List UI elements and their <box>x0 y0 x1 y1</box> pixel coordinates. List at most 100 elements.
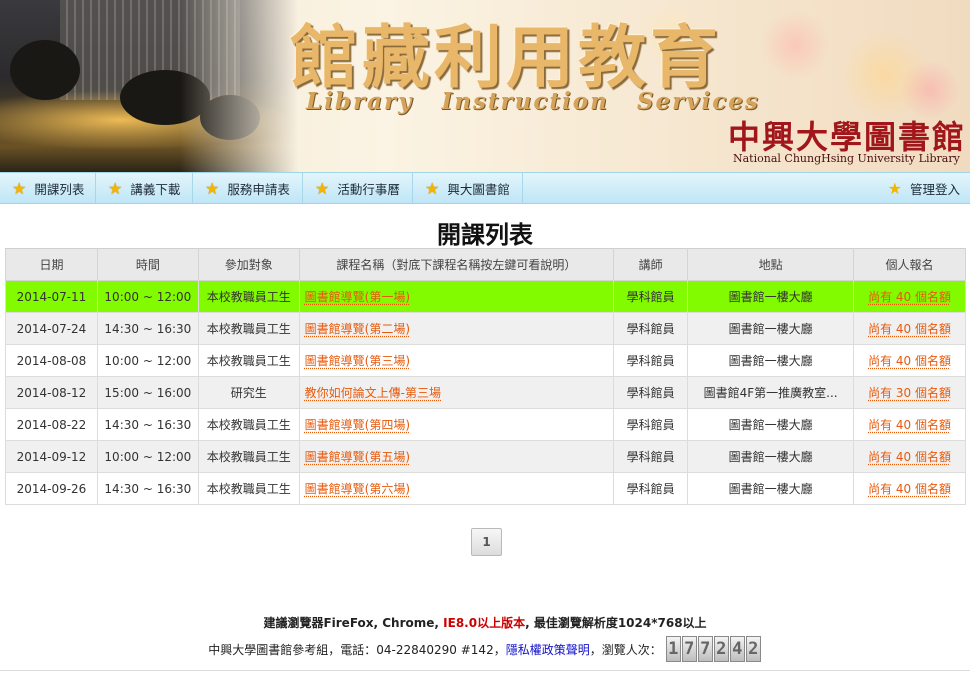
page-1-button[interactable]: 1 <box>471 528 502 556</box>
signup-link[interactable]: 尚有 40 個名額 <box>868 418 951 432</box>
visit-counter: 1 7 7 2 4 2 <box>665 636 762 662</box>
cell-location: 圖書館一樓大廳 <box>687 440 855 473</box>
nav-item-label: 開課列表 <box>34 181 85 197</box>
nav-item-label: 活動行事曆 <box>337 181 400 197</box>
nav-item-label: 講義下載 <box>130 181 181 197</box>
cell-signup: 尚有 40 個名額 <box>853 280 966 313</box>
cell-date: 2014-07-24 <box>5 312 98 345</box>
signup-link[interactable]: 尚有 40 個名額 <box>868 482 951 496</box>
course-name-link[interactable]: 圖書館導覽(第四場) <box>305 418 410 432</box>
course-name-link[interactable]: 圖書館導覽(第六場) <box>305 482 410 496</box>
cell-course: 圖書館導覽(第三場) <box>298 344 615 377</box>
nav-item-label: 興大圖書館 <box>447 181 510 197</box>
nav-item-label: 管理登入 <box>909 181 960 197</box>
cell-audience: 本校教職員工生 <box>197 280 300 313</box>
banner: 館藏利用教育 Library Instruction Services 中興大學… <box>0 0 970 172</box>
col-header-audience: 參加對象 <box>197 248 300 281</box>
cell-signup: 尚有 40 個名額 <box>853 344 966 377</box>
nav-item-label: 服務申請表 <box>227 181 290 197</box>
course-name-link[interactable]: 圖書館導覽(第五場) <box>305 450 410 464</box>
course-name-link[interactable]: 教你如何論文上傳-第三場 <box>305 386 441 400</box>
cell-course: 圖書館導覽(第二場) <box>298 312 615 345</box>
contact-info: 中興大學圖書館參考組，電話：04-22840290 #142， <box>208 642 506 657</box>
table-row: 2014-08-22 14:30 ~ 16:30 本校教職員工生 圖書館導覽(第四場)… <box>5 408 966 441</box>
star-icon: ★ <box>887 178 902 198</box>
signup-link[interactable]: 尚有 40 個名額 <box>868 290 951 304</box>
cell-course: 教你如何論文上傳-第三場 <box>298 376 615 409</box>
contact-line: 中興大學圖書館參考組，電話：04-22840290 #142， 隱私權政策聲明 … <box>0 634 970 664</box>
cell-instructor: 學科館員 <box>613 440 689 473</box>
cell-signup: 尚有 30 個名額 <box>853 376 966 409</box>
course-name-link[interactable]: 圖書館導覽(第三場) <box>305 354 410 368</box>
cell-instructor: 學科館員 <box>613 280 689 313</box>
privacy-policy-link[interactable]: 隱私權政策聲明 <box>506 641 590 658</box>
banner-title: 館藏利用教育 <box>290 18 723 98</box>
cell-signup: 尚有 40 個名額 <box>853 472 966 505</box>
cell-date: 2014-08-12 <box>5 376 98 409</box>
signup-link[interactable]: 尚有 40 個名額 <box>868 354 951 368</box>
cell-time: 10:00 ~ 12:00 <box>96 344 199 377</box>
table-row: 2014-07-24 14:30 ~ 16:30 本校教職員工生 圖書館導覽(第二場)… <box>5 312 966 345</box>
main-nav: ★ 開課列表 ★ 講義下載 ★ 服務申請表 ★ 活動行事曆 ★ 興大圖書館 ★ … <box>0 172 970 204</box>
star-icon: ★ <box>12 178 27 198</box>
cell-audience: 本校教職員工生 <box>197 312 300 345</box>
cell-location: 圖書館一樓大廳 <box>687 312 855 345</box>
browser-notice-prefix: 建議瀏覽器FireFox, Chrome, <box>263 616 444 630</box>
cell-audience: 研究生 <box>197 376 300 409</box>
cell-instructor: 學科館員 <box>613 472 689 505</box>
browser-notice-ie: IE8.0以上版本 <box>443 616 526 630</box>
table-row: 2014-08-12 15:00 ~ 16:00 研究生 教你如何論文上傳-第三場 學科… <box>5 376 966 409</box>
cell-audience: 本校教職員工生 <box>197 344 300 377</box>
signup-link[interactable]: 尚有 40 個名額 <box>868 450 951 464</box>
browser-notice-suffix: , 最佳瀏覽解析度1024*768以上 <box>525 616 707 630</box>
cell-audience: 本校教職員工生 <box>197 440 300 473</box>
cell-course: 圖書館導覽(第五場) <box>298 440 615 473</box>
table-header-row: 日期 時間 參加對象 課程名稱（對底下課程名稱按左鍵可看說明） 講師 地點 個人… <box>5 248 966 281</box>
cell-time: 14:30 ~ 16:30 <box>96 472 199 505</box>
cell-instructor: 學科館員 <box>613 312 689 345</box>
nav-item-handouts[interactable]: ★ 講義下載 <box>96 173 193 203</box>
cell-location: 圖書館4F第一推廣教室... <box>687 376 855 409</box>
nav-item-course-list[interactable]: ★ 開課列表 <box>0 173 96 203</box>
col-header-signup: 個人報名 <box>853 248 966 281</box>
cell-signup: 尚有 40 個名額 <box>853 312 966 345</box>
cell-course: 圖書館導覽(第一場) <box>298 280 615 313</box>
course-name-link[interactable]: 圖書館導覽(第一場) <box>305 290 410 304</box>
counter-digit: 4 <box>729 636 745 662</box>
nav-item-library[interactable]: ★ 興大圖書館 <box>413 173 523 203</box>
table-row: 2014-09-12 10:00 ~ 12:00 本校教職員工生 圖書館導覽(第五場)… <box>5 440 966 473</box>
signup-link[interactable]: 尚有 40 個名額 <box>868 322 951 336</box>
cell-course: 圖書館導覽(第六場) <box>298 472 615 505</box>
table-row: 2014-08-08 10:00 ~ 12:00 本校教職員工生 圖書館導覽(第三場)… <box>5 344 966 377</box>
star-icon: ★ <box>205 178 220 198</box>
banner-subtitle: Library Instruction Services <box>306 88 760 115</box>
cell-date: 2014-08-08 <box>5 344 98 377</box>
star-icon: ★ <box>315 178 330 198</box>
cell-instructor: 學科館員 <box>613 408 689 441</box>
cell-location: 圖書館一樓大廳 <box>687 408 855 441</box>
cell-location: 圖書館一樓大廳 <box>687 344 855 377</box>
signup-link[interactable]: 尚有 30 個名額 <box>868 386 951 400</box>
cell-location: 圖書館一樓大廳 <box>687 280 855 313</box>
page-title: 開課列表 <box>437 221 533 249</box>
cell-instructor: 學科館員 <box>613 376 689 409</box>
table-row: 2014-09-26 14:30 ~ 16:30 本校教職員工生 圖書館導覽(第六場)… <box>5 472 966 505</box>
course-name-link[interactable]: 圖書館導覽(第二場) <box>305 322 410 336</box>
counter-digit: 7 <box>681 636 697 662</box>
cell-time: 10:00 ~ 12:00 <box>96 280 199 313</box>
cell-date: 2014-09-12 <box>5 440 98 473</box>
cell-signup: 尚有 40 個名額 <box>853 440 966 473</box>
col-header-instructor: 講師 <box>613 248 689 281</box>
cell-instructor: 學科館員 <box>613 344 689 377</box>
page: 館藏利用教育 Library Instruction Services 中興大學… <box>0 0 970 674</box>
counter-digit: 2 <box>745 636 761 662</box>
star-icon: ★ <box>108 178 123 198</box>
table-row: 2014-07-11 10:00 ~ 12:00 本校教職員工生 圖書館導覽(第一場)… <box>5 280 966 313</box>
cell-date: 2014-07-11 <box>5 280 98 313</box>
course-table: 日期 時間 參加對象 課程名稱（對底下課程名稱按左鍵可看說明） 講師 地點 個人… <box>5 248 966 505</box>
nav-item-service-form[interactable]: ★ 服務申請表 <box>193 173 303 203</box>
nav-item-admin-login[interactable]: ★ 管理登入 <box>888 173 960 203</box>
nav-item-calendar[interactable]: ★ 活動行事曆 <box>303 173 413 203</box>
visits-label: ，瀏覽人次： <box>589 642 662 657</box>
cell-date: 2014-08-22 <box>5 408 98 441</box>
